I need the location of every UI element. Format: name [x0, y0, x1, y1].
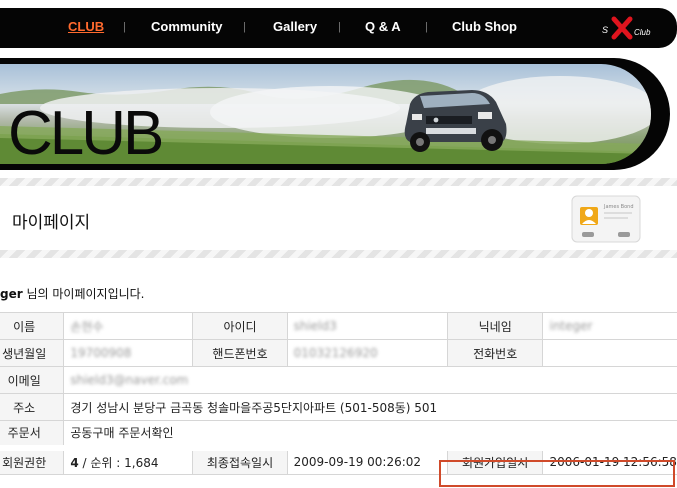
phone-value [542, 339, 677, 367]
order-label: 주문서 [0, 420, 65, 448]
birth-label: 생년월일 [0, 339, 65, 367]
welcome-username: ger [0, 287, 23, 301]
table-row: 주소 경기 성남시 분당구 금곡동 청솔마을주공5단지아파트 (501-508동… [0, 393, 677, 421]
joined-value: 2006-01-19 12:56:58 [542, 444, 677, 475]
club-banner: CLUB [0, 58, 670, 170]
order-link[interactable]: 공동구매 주문서확인 [70, 426, 173, 440]
member-info-table: 이름 손현수 아이디 shield3 닉네임 integer 생년월일 1970… [0, 312, 677, 475]
welcome-suffix: 님의 마이페이지입니다. [22, 287, 145, 301]
mobile-label: 핸드폰번호 [192, 339, 288, 367]
id-label: 아이디 [192, 312, 288, 340]
rank-text: / 순위 : 1,684 [78, 455, 159, 470]
page-title: 마이페이지 [12, 213, 91, 233]
name-label: 이름 [0, 312, 65, 340]
address-value: 경기 성남시 분당구 금곡동 청솔마을주공5단지아파트 (501-508동) 5… [63, 393, 677, 421]
nav-club-shop[interactable]: Club Shop [452, 19, 517, 34]
svg-text:Club: Club [634, 28, 651, 37]
name-value: 손현수 [70, 319, 104, 334]
nav-separator: | [123, 21, 126, 33]
table-row: 이메일 shield3@naver.com [0, 366, 677, 394]
divider-stripe [0, 178, 677, 186]
table-row: 주문서 공동구매 주문서확인 [0, 420, 677, 448]
nav-separator: | [338, 21, 341, 33]
nickname-label: 닉네임 [446, 312, 544, 340]
svg-text:S: S [602, 25, 608, 35]
banner-title: CLUB [8, 99, 164, 168]
nav-club[interactable]: CLUB [68, 19, 104, 34]
nav-separator: | [425, 21, 428, 33]
birth-value: 19700908 [70, 346, 132, 360]
brand-logo[interactable]: S Club [600, 15, 664, 41]
divider-stripe [0, 250, 677, 258]
table-row: 생년월일 19700908 핸드폰번호 01032126920 전화번호 [0, 339, 677, 367]
address-label: 주소 [0, 393, 65, 421]
mobile-value: 01032126920 [293, 346, 378, 360]
nickname-value: integer [549, 319, 593, 333]
email-value: shield3@naver.com [70, 373, 189, 387]
member-card-icon: James Bond [571, 195, 641, 243]
id-value: shield3 [293, 319, 337, 333]
joined-label: 회원가입일시 [446, 444, 544, 475]
nav-community[interactable]: Community [151, 19, 223, 34]
nav-separator: | [243, 21, 246, 33]
card-name: James Bond [603, 204, 634, 210]
email-label: 이메일 [0, 366, 65, 394]
nav-qna[interactable]: Q & A [365, 19, 401, 34]
grade-label: 회원권한 [0, 444, 65, 475]
grade-value: 4 [70, 455, 79, 470]
table-row: 회원권한 4 / 순위 : 1,684 최종접속일시 2009-09-19 00… [0, 444, 677, 475]
last-login-label: 최종접속일시 [192, 444, 288, 475]
last-login-value: 2009-09-19 00:26:02 [286, 444, 448, 475]
table-row: 이름 손현수 아이디 shield3 닉네임 integer [0, 312, 677, 340]
top-nav-bar: CLUB | Community | Gallery | Q & A | Clu… [0, 8, 677, 48]
phone-label: 전화번호 [446, 339, 544, 367]
welcome-message: ger 님의 마이페이지입니다. [0, 285, 145, 302]
nav-gallery[interactable]: Gallery [273, 19, 317, 34]
